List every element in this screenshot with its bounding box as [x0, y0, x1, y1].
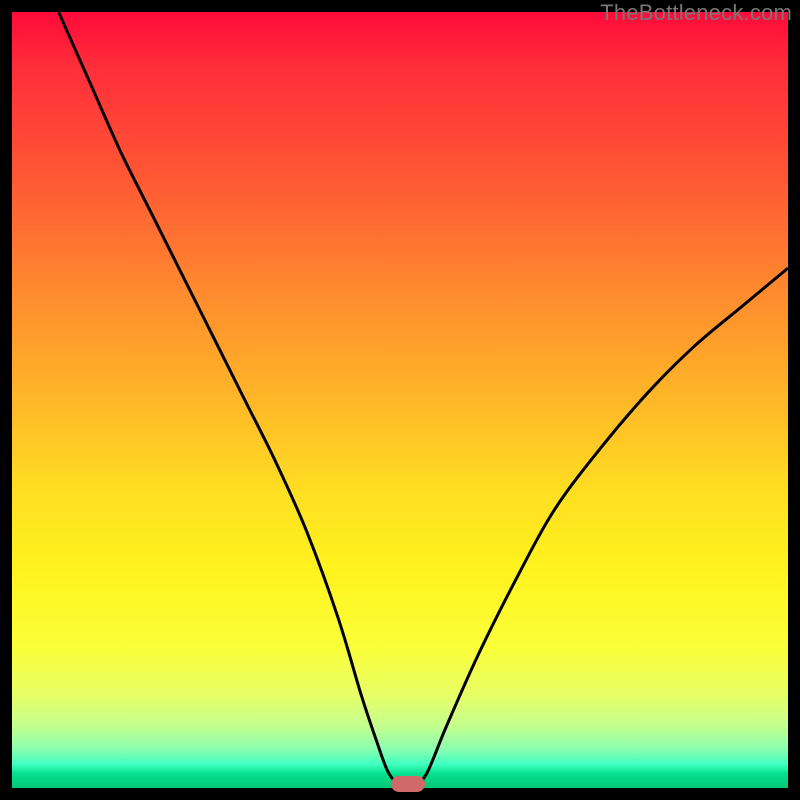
optimal-marker [391, 776, 425, 792]
chart-frame [12, 12, 788, 788]
curve-path [59, 12, 788, 786]
bottleneck-curve [12, 12, 788, 788]
attribution-text: TheBottleneck.com [600, 0, 792, 26]
